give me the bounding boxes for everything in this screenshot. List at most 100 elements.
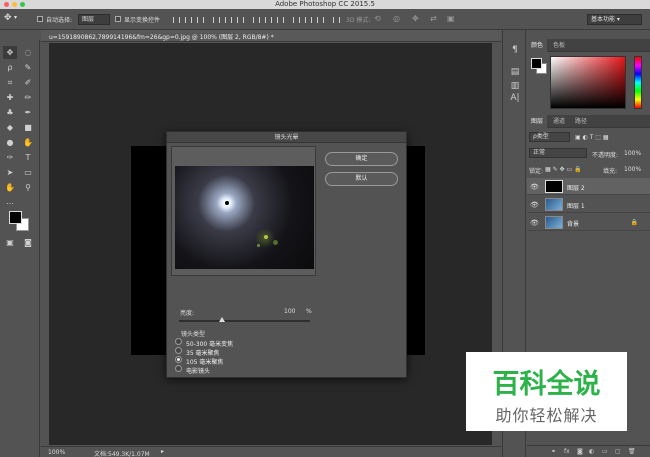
type-tool-icon[interactable]: T bbox=[21, 151, 35, 164]
history-brush-icon[interactable]: ✒ bbox=[21, 106, 35, 119]
new-layer-icon[interactable]: ▢ bbox=[615, 448, 621, 455]
paragraph-panel-icon[interactable]: ¶ bbox=[509, 44, 521, 56]
marquee-tool-icon[interactable]: ◌ bbox=[21, 46, 35, 59]
lens-radio-35[interactable] bbox=[175, 347, 182, 354]
distribute-left-icon[interactable] bbox=[293, 17, 300, 23]
tab-layers[interactable]: 图层 bbox=[527, 115, 548, 128]
auto-select-checkbox[interactable] bbox=[37, 16, 43, 22]
brightness-slider[interactable] bbox=[179, 317, 310, 322]
pen-tool-icon[interactable]: ✑ bbox=[3, 151, 17, 164]
lens-radio-movie[interactable] bbox=[175, 365, 182, 372]
flare-center-marker[interactable] bbox=[225, 201, 229, 205]
zoom-window-button[interactable] bbox=[20, 2, 25, 7]
rotate-3d-icon[interactable]: ⟲ bbox=[374, 14, 381, 23]
quick-mask-icon[interactable]: ◙ bbox=[21, 236, 35, 249]
distribute-hcenter-icon[interactable] bbox=[305, 17, 312, 23]
status-menu-icon[interactable]: ▸ bbox=[161, 448, 164, 455]
tab-channels[interactable]: 通道 bbox=[549, 115, 569, 128]
document-tab[interactable]: u=1591890862,789914196&fm=26&gp=0.jpg @ … bbox=[41, 30, 501, 42]
magic-wand-icon[interactable]: ✎ bbox=[21, 61, 35, 74]
tab-swatches[interactable]: 色板 bbox=[549, 39, 569, 52]
roll-3d-icon[interactable]: ◎ bbox=[393, 14, 400, 23]
distribute-vcenter-icon[interactable] bbox=[265, 17, 272, 23]
opacity-value[interactable]: 100% bbox=[624, 150, 641, 157]
color-panel-foreground[interactable] bbox=[531, 58, 542, 69]
move-tool-icon[interactable]: ✥ bbox=[4, 13, 12, 23]
eyedropper-tool-icon[interactable]: ✐ bbox=[21, 76, 35, 89]
scale-3d-icon[interactable]: ▣ bbox=[447, 14, 455, 23]
adjustment-layer-icon[interactable]: ◐ bbox=[589, 448, 594, 455]
lasso-tool-icon[interactable]: ρ bbox=[3, 61, 17, 74]
visibility-eye-icon[interactable]: 👁 bbox=[530, 183, 539, 191]
clone-stamp-icon[interactable]: ♣ bbox=[3, 106, 17, 119]
tab-color[interactable]: 颜色 bbox=[527, 39, 548, 52]
slide-3d-icon[interactable]: ⇄ bbox=[430, 14, 437, 23]
tab-paths[interactable]: 路径 bbox=[571, 115, 591, 128]
layer-row[interactable]: 👁 图层 2 bbox=[527, 178, 650, 195]
healing-brush-icon[interactable]: ✚ bbox=[3, 91, 17, 104]
brightness-slider-thumb[interactable] bbox=[219, 317, 225, 322]
blend-mode-dropdown[interactable]: 正常 bbox=[529, 148, 587, 158]
new-group-icon[interactable]: ▭ bbox=[602, 448, 608, 455]
flare-spot bbox=[273, 240, 278, 245]
align-left-icon[interactable] bbox=[213, 17, 220, 23]
visibility-eye-icon[interactable]: 👁 bbox=[530, 201, 539, 209]
zoom-level[interactable]: 100% bbox=[48, 449, 65, 456]
filter-icons[interactable]: ▣ ◐ T ⬚ ▦ bbox=[575, 134, 609, 141]
workspace-dropdown[interactable]: 基本功能 ▾ bbox=[587, 14, 642, 25]
tool-preset-chevron-icon[interactable]: ▾ bbox=[14, 14, 17, 21]
doc-size-info[interactable]: 文档:549.3K/1.07M bbox=[94, 449, 150, 457]
foreground-swatch[interactable] bbox=[9, 211, 22, 224]
crop-tool-icon[interactable]: ⌗ bbox=[3, 76, 17, 89]
gradient-tool-icon[interactable]: ■ bbox=[21, 121, 35, 134]
layer-row[interactable]: 👁 背景 🔒 bbox=[527, 214, 650, 231]
show-transform-checkbox[interactable] bbox=[115, 16, 121, 22]
align-bottom-icon[interactable] bbox=[197, 17, 204, 23]
close-window-button[interactable] bbox=[4, 2, 9, 7]
brightness-input[interactable]: 100 bbox=[284, 308, 295, 315]
dialog-title: 镜头光晕 bbox=[167, 132, 406, 143]
hand-tool-icon[interactable]: ✋ bbox=[3, 181, 17, 194]
drag-3d-icon[interactable]: ✥ bbox=[412, 14, 419, 23]
distribute-bottom-icon[interactable] bbox=[277, 17, 284, 23]
add-mask-icon[interactable]: ◙ bbox=[577, 448, 583, 455]
ok-button[interactable]: 确定 bbox=[325, 152, 398, 166]
zoom-tool-icon[interactable]: ⚲ bbox=[21, 181, 35, 194]
auto-align-icon[interactable] bbox=[333, 17, 340, 23]
distribute-right-icon[interactable] bbox=[317, 17, 324, 23]
eraser-tool-icon[interactable]: ◆ bbox=[3, 121, 17, 134]
flare-preview-image[interactable] bbox=[175, 166, 314, 269]
lens-radio-50-300[interactable] bbox=[175, 338, 182, 345]
lock-icons[interactable]: ▦ ✎ ✥ ▭ 🔒 bbox=[545, 166, 582, 173]
layer-filter-dropdown[interactable]: ρ类型 bbox=[529, 132, 570, 142]
align-hcenter-icon[interactable] bbox=[225, 17, 232, 23]
align-top-icon[interactable] bbox=[173, 17, 180, 23]
path-selection-icon[interactable]: ➤ bbox=[3, 166, 17, 179]
screen-mode-icon[interactable]: ▣ bbox=[3, 236, 17, 249]
blur-tool-icon[interactable]: ● bbox=[3, 136, 17, 149]
more-tools-icon[interactable]: … bbox=[3, 195, 17, 208]
delete-layer-icon[interactable]: 🗑 bbox=[628, 448, 636, 455]
align-right-icon[interactable] bbox=[237, 17, 244, 23]
link-layers-icon[interactable]: ⚭ bbox=[551, 448, 556, 455]
auto-select-dropdown[interactable]: 图层 bbox=[78, 14, 110, 25]
align-vcenter-icon[interactable] bbox=[185, 17, 192, 23]
fill-value[interactable]: 100% bbox=[624, 166, 641, 173]
watermark: 百科全说 助你轻松解决 bbox=[466, 352, 627, 431]
brush-tool-icon[interactable]: ✏ bbox=[21, 91, 35, 104]
distribute-top-icon[interactable] bbox=[253, 17, 260, 23]
hue-slider[interactable] bbox=[634, 56, 642, 109]
lens-radio-105[interactable] bbox=[175, 356, 182, 363]
move-tool-icon[interactable]: ✥ bbox=[3, 46, 17, 59]
minimize-window-button[interactable] bbox=[12, 2, 17, 7]
rectangle-tool-icon[interactable]: ▭ bbox=[21, 166, 35, 179]
dodge-tool-icon[interactable]: ✋ bbox=[21, 136, 35, 149]
adjustments-panel-icon[interactable]: ▥ bbox=[509, 80, 521, 92]
layer-style-icon[interactable]: fx bbox=[564, 448, 570, 455]
properties-panel-icon[interactable]: ▤ bbox=[509, 66, 521, 78]
reset-button[interactable]: 默认 bbox=[325, 172, 398, 186]
visibility-eye-icon[interactable]: 👁 bbox=[530, 219, 539, 227]
color-field[interactable] bbox=[550, 56, 626, 109]
character-panel-icon[interactable]: A| bbox=[509, 92, 521, 104]
layer-row[interactable]: 👁 图层 1 bbox=[527, 196, 650, 213]
